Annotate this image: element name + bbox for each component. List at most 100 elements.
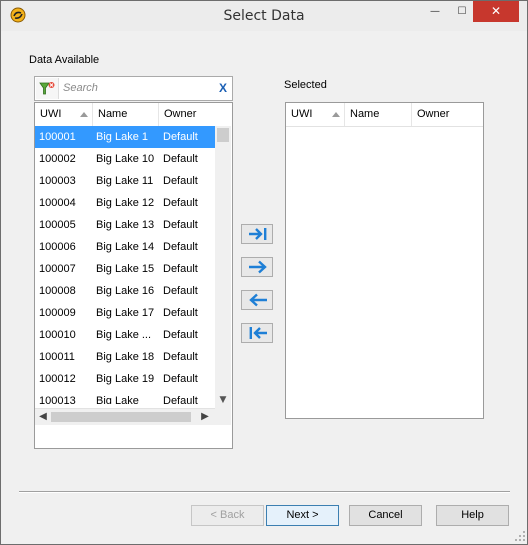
table-row[interactable]: 100008 Big Lake 16 Default: [35, 280, 215, 302]
selected-label: Selected: [284, 79, 327, 91]
column-header-name[interactable]: Name: [345, 103, 412, 126]
owner-cell: Default: [163, 263, 198, 275]
move-right-button[interactable]: [241, 257, 273, 277]
arrow-right-icon: [249, 260, 267, 274]
table-row[interactable]: 100006 Big Lake 14 Default: [35, 236, 215, 258]
table-row[interactable]: 100009 Big Lake 17 Default: [35, 302, 215, 324]
owner-cell: Default: [163, 307, 198, 319]
name-cell: Big Lake 19: [96, 373, 155, 385]
name-cell: Big Lake 14: [96, 241, 155, 253]
table-row[interactable]: 100011 Big Lake 18 Default: [35, 346, 215, 368]
owner-cell: Default: [163, 329, 198, 341]
available-data-list[interactable]: UWI Name Owner 100001 Big Lake 1 Default 1…: [34, 102, 233, 449]
maximize-button[interactable]: ☐: [449, 1, 475, 22]
move-all-right-icon: [249, 228, 267, 240]
name-cell: Big Lake 15: [96, 263, 155, 275]
table-row[interactable]: 100007 Big Lake 15 Default: [35, 258, 215, 280]
uwi-cell: 100003: [39, 175, 76, 187]
close-button[interactable]: ✕: [473, 1, 519, 22]
table-row[interactable]: 100004 Big Lake 12 Default: [35, 192, 215, 214]
column-header-label: Name: [350, 108, 380, 120]
column-header-name[interactable]: Name: [93, 103, 159, 126]
table-row[interactable]: 100010 Big Lake ... Default: [35, 324, 215, 346]
uwi-cell: 100007: [39, 263, 76, 275]
available-list-header: UWI Name Owner: [35, 103, 215, 127]
dialog-body: Data Available X UWI Name Owner: [1, 31, 527, 544]
table-row[interactable]: 100005 Big Lake 13 Default: [35, 214, 215, 236]
uwi-cell: 100005: [39, 219, 76, 231]
data-available-label: Data Available: [29, 54, 100, 66]
owner-cell: Default: [163, 285, 198, 297]
table-row[interactable]: 100003 Big Lake 11 Default: [35, 170, 215, 192]
column-header-owner[interactable]: Owner: [412, 103, 483, 126]
owner-cell: Default: [163, 351, 198, 363]
uwi-cell: 100006: [39, 241, 76, 253]
name-cell: Big Lake 16: [96, 285, 155, 297]
name-cell: Big Lake 18: [96, 351, 155, 363]
table-row[interactable]: 100013 Big Lake Default: [35, 390, 215, 404]
funnel-icon: [39, 82, 55, 95]
column-header-label: Owner: [164, 108, 197, 120]
filter-icon[interactable]: [36, 78, 59, 99]
owner-cell: Default: [163, 395, 198, 404]
uwi-cell: 100002: [39, 153, 76, 165]
next-button[interactable]: Next >: [266, 505, 339, 526]
table-row[interactable]: 100012 Big Lake 19 Default: [35, 368, 215, 390]
minimize-button[interactable]: —: [422, 1, 448, 22]
scroll-left-icon[interactable]: ◀: [37, 411, 49, 423]
sort-ascending-icon: [80, 112, 88, 117]
horizontal-scrollbar[interactable]: ◀ ▶: [35, 408, 231, 425]
owner-cell: Default: [163, 219, 198, 231]
cancel-button[interactable]: Cancel: [349, 505, 422, 526]
name-cell: Big Lake 1: [96, 131, 148, 143]
owner-cell: Default: [163, 373, 198, 385]
scrollbar-thumb[interactable]: [51, 412, 191, 422]
table-row[interactable]: 100001 Big Lake 1 Default: [35, 126, 215, 148]
uwi-cell: 100001: [39, 131, 76, 143]
arrow-left-icon: [249, 293, 267, 307]
selected-list-header: UWI Name Owner: [286, 103, 483, 127]
column-header-uwi[interactable]: UWI: [35, 103, 93, 126]
name-cell: Big Lake 12: [96, 197, 155, 209]
name-cell: Big Lake: [96, 395, 139, 404]
owner-cell: Default: [163, 241, 198, 253]
button-separator: [19, 491, 510, 493]
available-rows: 100001 Big Lake 1 Default 100002 Big Lake 1…: [35, 126, 215, 404]
scroll-right-icon[interactable]: ▶: [199, 411, 211, 423]
resize-grip-icon[interactable]: [515, 531, 525, 541]
name-cell: Big Lake 17: [96, 307, 155, 319]
back-button[interactable]: < Back: [191, 505, 264, 526]
title-bar: Select Data — ☐ ✕: [1, 1, 527, 31]
move-left-button[interactable]: [241, 290, 273, 310]
vertical-scrollbar[interactable]: ▼: [215, 126, 231, 408]
column-header-uwi[interactable]: UWI: [286, 103, 345, 126]
name-cell: Big Lake ...: [96, 329, 152, 341]
search-input[interactable]: [63, 79, 213, 97]
name-cell: Big Lake 13: [96, 219, 155, 231]
owner-cell: Default: [163, 197, 198, 209]
uwi-cell: 100010: [39, 329, 76, 341]
owner-cell: Default: [163, 175, 198, 187]
move-all-right-button[interactable]: [241, 224, 273, 244]
owner-cell: Default: [163, 131, 198, 143]
table-row[interactable]: 100002 Big Lake 10 Default: [35, 148, 215, 170]
scroll-down-icon[interactable]: ▼: [215, 394, 231, 406]
column-header-owner[interactable]: Owner: [159, 103, 215, 126]
column-header-label: Owner: [417, 108, 450, 120]
uwi-cell: 100012: [39, 373, 76, 385]
uwi-cell: 100011: [39, 351, 75, 363]
sort-ascending-icon: [332, 112, 340, 117]
scroll-corner: [215, 408, 231, 424]
uwi-cell: 100004: [39, 197, 76, 209]
uwi-cell: 100008: [39, 285, 76, 297]
name-cell: Big Lake 11: [96, 175, 154, 187]
search-bar: X: [34, 76, 233, 101]
move-all-left-button[interactable]: [241, 323, 273, 343]
owner-cell: Default: [163, 153, 198, 165]
select-data-dialog: Select Data — ☐ ✕ Data Available X UWI: [0, 0, 528, 545]
clear-search-icon[interactable]: X: [216, 79, 230, 97]
help-button[interactable]: Help: [436, 505, 509, 526]
column-header-label: Name: [98, 108, 128, 120]
scrollbar-thumb[interactable]: [217, 128, 229, 142]
selected-data-list[interactable]: UWI Name Owner: [285, 102, 484, 419]
